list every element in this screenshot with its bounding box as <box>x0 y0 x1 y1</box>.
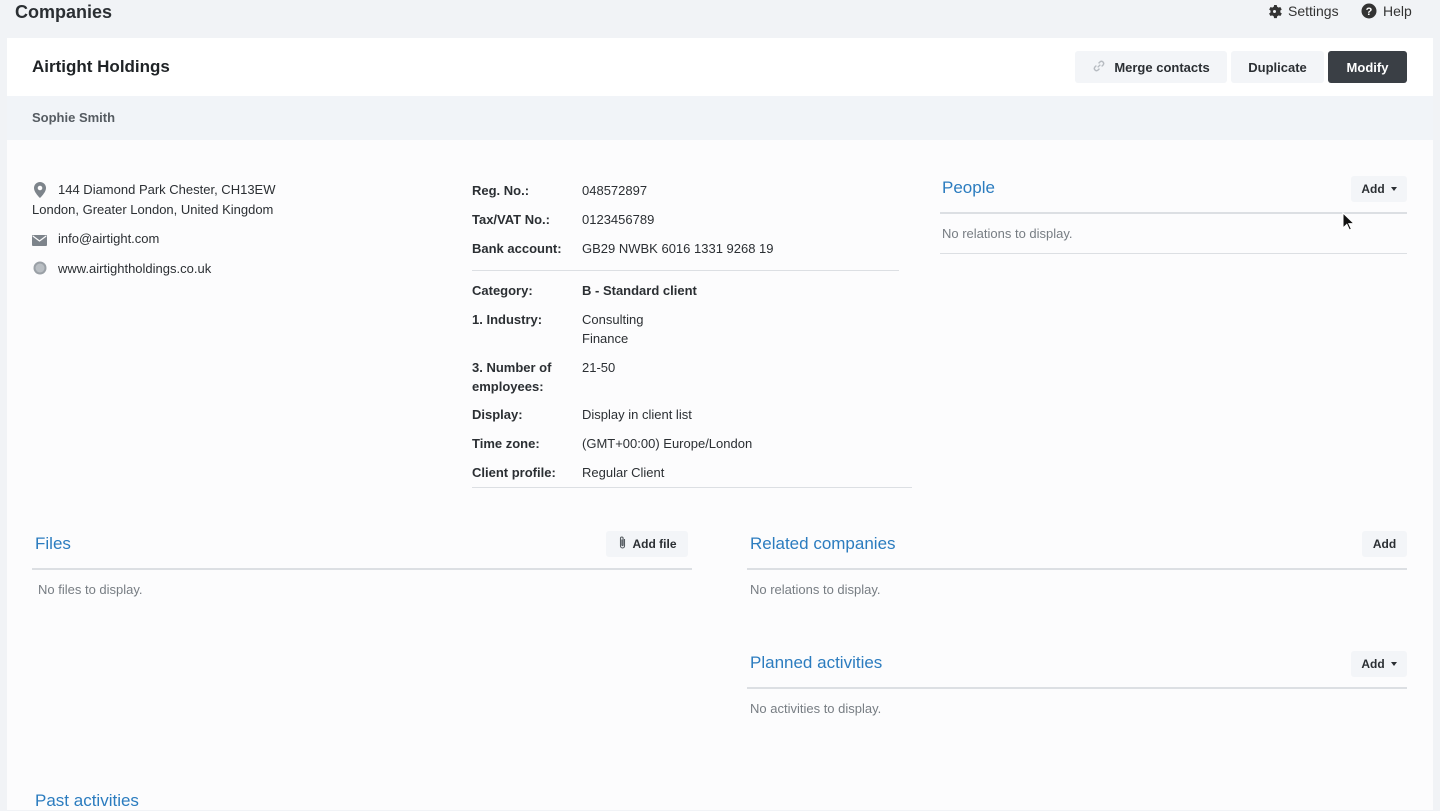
related-divider <box>747 568 1407 570</box>
add-file-label: Add file <box>632 537 677 551</box>
employees-label-line-1: 3. Number of <box>472 360 552 375</box>
caret-down-icon <box>1390 662 1397 666</box>
category-value: B - Standard client <box>582 283 697 298</box>
people-divider <box>940 212 1407 214</box>
files-divider <box>32 568 692 570</box>
client-profile-label: Client profile: <box>472 465 556 480</box>
help-icon: ? <box>1361 3 1377 19</box>
merge-contacts-button[interactable]: Merge contacts <box>1075 51 1227 83</box>
settings-label: Settings <box>1288 3 1339 19</box>
past-activities-title: Past activities <box>35 791 139 810</box>
settings-link[interactable]: Settings <box>1267 3 1339 19</box>
top-bar: Companies Settings ? Help <box>0 0 1440 38</box>
duplicate-button[interactable]: Duplicate <box>1231 51 1324 83</box>
company-card: Airtight Holdings Merge contacts Duplica… <box>7 38 1433 810</box>
details-bottom-divider <box>472 487 912 488</box>
planned-add-button[interactable]: Add <box>1351 651 1407 677</box>
people-add-label: Add <box>1361 182 1385 196</box>
time-zone-value: (GMT+00:00) Europe/London <box>582 436 753 451</box>
tax-vat-label: Tax/VAT No.: <box>472 212 550 227</box>
paperclip-icon <box>618 535 627 553</box>
people-add-button[interactable]: Add <box>1351 176 1407 202</box>
envelope-icon <box>32 232 47 251</box>
client-profile-value: Regular Client <box>582 465 665 480</box>
files-empty-message: No files to display. <box>38 582 143 597</box>
email-row: info@airtight.com <box>32 229 332 249</box>
svg-text:?: ? <box>1366 6 1373 18</box>
card-header: Airtight Holdings Merge contacts Duplica… <box>7 38 1433 96</box>
related-empty-message: No relations to display. <box>750 582 881 597</box>
industry-value-1: Consulting <box>582 312 644 327</box>
modify-label: Modify <box>1346 59 1389 75</box>
help-link[interactable]: ? Help <box>1361 3 1412 19</box>
reg-no-label: Reg. No.: <box>472 183 530 198</box>
mouse-cursor-icon <box>1342 211 1356 236</box>
people-empty-message: No relations to display. <box>942 226 1073 241</box>
address-line-2: London, Greater London, United Kingdom <box>32 202 274 217</box>
link-icon <box>1092 59 1106 76</box>
planned-add-label: Add <box>1361 657 1385 671</box>
email-link[interactable]: info@airtight.com <box>58 229 159 248</box>
page-title: Companies <box>15 2 113 22</box>
employees-value: 21-50 <box>582 360 616 375</box>
gear-icon <box>1267 4 1282 19</box>
display-label: Display: <box>472 407 523 422</box>
planned-divider <box>747 687 1407 689</box>
website-row: www.airtightholdings.co.uk <box>32 259 332 279</box>
category-label: Category: <box>472 283 533 298</box>
help-label: Help <box>1383 3 1412 19</box>
merge-contacts-label: Merge contacts <box>1114 59 1210 75</box>
address-line-1: 144 Diamond Park Chester, CH13EW <box>58 182 276 197</box>
company-name: Airtight Holdings <box>32 57 170 76</box>
bank-account-value: GB29 NWBK 6016 1331 9268 19 <box>582 241 774 256</box>
tax-vat-value: 0123456789 <box>582 212 655 227</box>
owner-bar: Sophie Smith <box>7 96 1433 140</box>
globe-icon <box>33 261 47 280</box>
employees-label-line-2: employees: <box>472 379 544 394</box>
related-companies-title: Related companies <box>750 534 896 553</box>
time-zone-label: Time zone: <box>472 436 540 451</box>
duplicate-label: Duplicate <box>1248 59 1307 75</box>
owner-name[interactable]: Sophie Smith <box>32 110 115 125</box>
related-add-button[interactable]: Add <box>1362 531 1407 557</box>
planned-empty-message: No activities to display. <box>750 701 882 716</box>
modify-button[interactable]: Modify <box>1328 51 1407 83</box>
add-file-button[interactable]: Add file <box>606 531 688 557</box>
website-link[interactable]: www.airtightholdings.co.uk <box>58 259 211 278</box>
bank-account-label: Bank account: <box>472 241 562 256</box>
industry-label: 1. Industry: <box>472 312 543 327</box>
display-value: Display in client list <box>582 407 692 422</box>
planned-activities-title: Planned activities <box>750 653 883 672</box>
industry-value-2: Finance <box>582 331 629 346</box>
reg-no-value: 048572897 <box>582 183 648 198</box>
files-title: Files <box>35 534 71 553</box>
details-divider <box>472 270 899 271</box>
people-title: People <box>942 178 995 197</box>
people-bottom-divider <box>940 253 1407 254</box>
related-add-label: Add <box>1372 537 1397 551</box>
address: 144 Diamond Park Chester, CH13EW London,… <box>32 180 332 220</box>
caret-down-icon <box>1390 187 1397 191</box>
